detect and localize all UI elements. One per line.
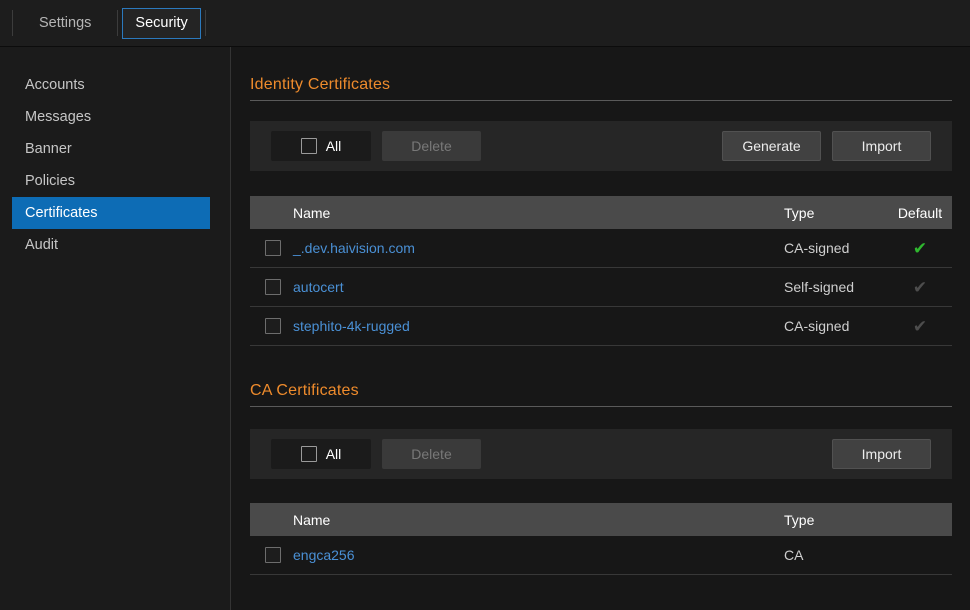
table-row: stephito-4k-rugged CA-signed ✔ [250, 307, 952, 346]
column-header-type: Type [784, 205, 888, 221]
select-all-checkbox[interactable] [301, 138, 317, 154]
generate-button[interactable]: Generate [722, 131, 821, 161]
column-header-default: Default [888, 205, 952, 221]
sidebar-item-policies[interactable]: Policies [12, 165, 210, 197]
import-button[interactable]: Import [832, 131, 931, 161]
sidebar-item-banner[interactable]: Banner [12, 133, 210, 165]
ca-select-all-button[interactable]: All [271, 439, 371, 469]
delete-button[interactable]: Delete [382, 131, 481, 161]
sidebar-item-accounts[interactable]: Accounts [12, 69, 210, 101]
sidebar: Accounts Messages Banner Policies Certif… [0, 47, 231, 610]
tab-settings[interactable]: Settings [39, 15, 91, 31]
certificate-type: CA-signed [784, 318, 888, 334]
identity-toolbar: All Delete Generate Import [250, 121, 952, 171]
ca-select-all-label: All [326, 446, 342, 462]
row-checkbox[interactable] [265, 279, 281, 295]
check-icon: ✔ [913, 239, 927, 258]
table-row: engca256 CA [250, 536, 952, 575]
row-checkbox[interactable] [265, 318, 281, 334]
certificate-link[interactable]: engca256 [293, 547, 355, 563]
column-header-name: Name [293, 512, 784, 528]
ca-delete-button[interactable]: Delete [382, 439, 481, 469]
identity-certificates-title: Identity Certificates [250, 76, 952, 101]
main-content: Identity Certificates All Delete Generat… [231, 47, 970, 610]
certificate-type: Self-signed [784, 279, 888, 295]
select-all-button[interactable]: All [271, 131, 371, 161]
column-header-name: Name [293, 205, 784, 221]
top-bar: Settings Security [0, 0, 970, 47]
table-row: autocert Self-signed ✔ [250, 268, 952, 307]
topbar-divider [205, 10, 206, 36]
certificate-type: CA [784, 547, 952, 563]
ca-select-all-checkbox[interactable] [301, 446, 317, 462]
certificate-type: CA-signed [784, 240, 888, 256]
topbar-divider [117, 10, 118, 36]
certificate-link[interactable]: autocert [293, 279, 344, 295]
topbar-divider [12, 10, 13, 36]
ca-certificates-title: CA Certificates [250, 382, 952, 407]
table-header: Name Type [250, 503, 952, 536]
sidebar-item-messages[interactable]: Messages [12, 101, 210, 133]
table-header: Name Type Default [250, 196, 952, 229]
select-all-label: All [326, 138, 342, 154]
check-icon: ✔ [913, 317, 927, 336]
certificate-link[interactable]: stephito-4k-rugged [293, 318, 410, 334]
column-header-type: Type [784, 512, 952, 528]
tab-security[interactable]: Security [122, 8, 200, 39]
ca-certificates-table: Name Type engca256 CA [250, 503, 952, 575]
certificate-link[interactable]: _.dev.haivision.com [293, 240, 415, 256]
row-checkbox[interactable] [265, 240, 281, 256]
ca-toolbar: All Delete Import [250, 429, 952, 479]
sidebar-item-audit[interactable]: Audit [12, 229, 210, 261]
ca-import-button[interactable]: Import [832, 439, 931, 469]
identity-certificates-table: Name Type Default _.dev.haivision.com CA… [250, 196, 952, 346]
check-icon: ✔ [913, 278, 927, 297]
row-checkbox[interactable] [265, 547, 281, 563]
table-row: _.dev.haivision.com CA-signed ✔ [250, 229, 952, 268]
sidebar-item-certificates[interactable]: Certificates [12, 197, 210, 229]
